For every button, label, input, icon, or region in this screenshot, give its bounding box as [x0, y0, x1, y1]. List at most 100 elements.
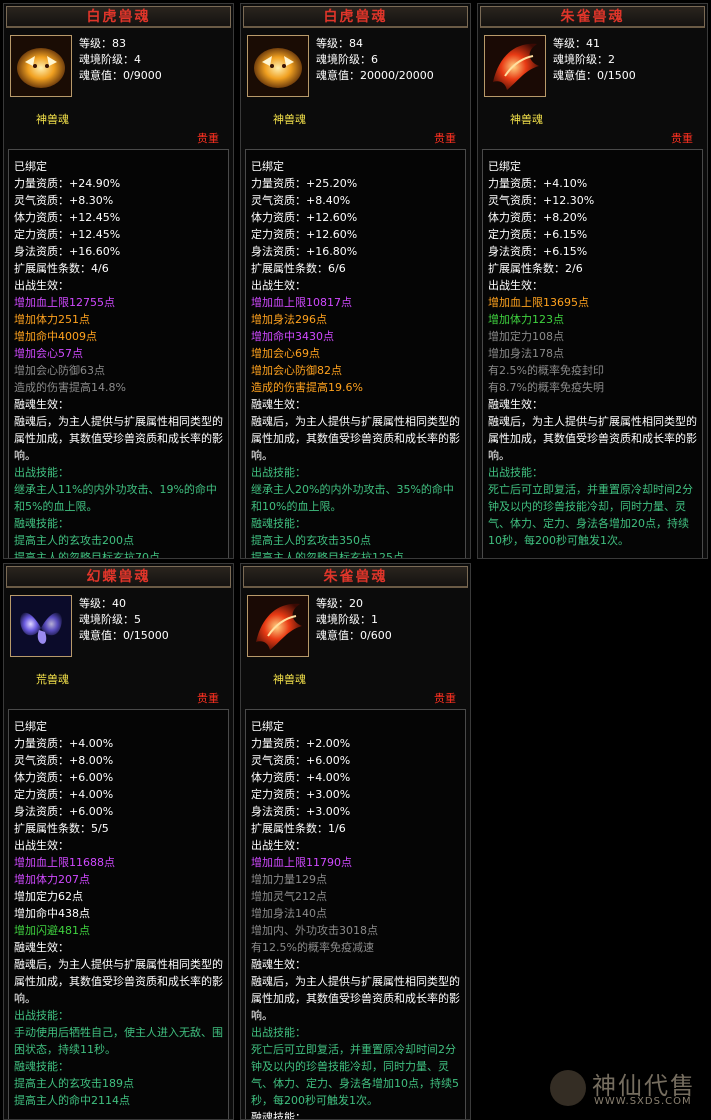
white-tiger-icon[interactable]	[247, 35, 309, 97]
description-line: 出战生效：	[251, 839, 306, 852]
description-line: 增加身法178点	[488, 347, 564, 360]
description-line: 融魂技能：	[14, 517, 69, 530]
card-title: 白虎兽魂	[243, 6, 468, 28]
description-line: 出战生效：	[488, 279, 543, 292]
description-line: 力量资质：+2.00%	[251, 737, 351, 750]
description-line: 提高主人的玄攻击189点	[14, 1077, 134, 1090]
rarity-label: 贵重	[197, 132, 219, 145]
description-line: 扩展属性条数：1/6	[251, 822, 346, 835]
description-line: 体力资质：+8.20%	[488, 211, 588, 224]
description-line: 出战技能：	[14, 466, 69, 479]
description-line: 增加体力123点	[488, 313, 564, 326]
description-line: 出战生效：	[14, 839, 69, 852]
description-line: 出战技能：	[251, 1026, 306, 1039]
soul-stats: 等级：41 魂境阶级：2 魂意值：0/1500	[553, 36, 636, 84]
card-title: 幻蝶兽魂	[6, 566, 231, 588]
rarity-label: 贵重	[434, 692, 456, 705]
description-line: 扩展属性条数：5/5	[14, 822, 109, 835]
description-line: 出战技能：	[251, 466, 306, 479]
description-line: 身法资质：+3.00%	[251, 805, 351, 818]
description-line: 死亡后可立即复活，并重置原冷却时间2分钟及以内的珍兽技能冷却，同时力量、灵气、体…	[488, 483, 693, 547]
stat-line: 魂境阶级：5	[79, 613, 141, 626]
description-line: 增加身法140点	[251, 907, 327, 920]
description-line: 继承主人11%的内外功攻击、19%的命中和5%的血上限。	[14, 483, 217, 513]
description-line: 增加力量129点	[251, 873, 327, 886]
description-line: 已绑定	[14, 160, 47, 173]
description-line: 体力资质：+6.00%	[14, 771, 114, 784]
description-line: 已绑定	[251, 160, 284, 173]
white-tiger-icon[interactable]	[10, 35, 72, 97]
description-line: 灵气资质：+8.30%	[14, 194, 114, 207]
soul-stats: 等级：83 魂境阶级：4 魂意值：0/9000	[79, 36, 162, 84]
description-line: 增加体力207点	[14, 873, 90, 886]
soul-card: 白虎兽魂等级：84 魂境阶级：6 魂意值：20000/20000 神兽魂贵重已绑定力量…	[240, 3, 471, 559]
description-line: 灵气资质：+8.40%	[251, 194, 351, 207]
description-line: 增加闪避481点	[14, 924, 90, 937]
description-line: 出战技能：	[488, 466, 543, 479]
stat-line: 等级：41	[553, 37, 600, 50]
rarity-label: 贵重	[671, 132, 693, 145]
description-line: 力量资质：+24.90%	[14, 177, 121, 190]
description-line: 融魂生效：	[251, 398, 306, 411]
description-line: 融魂生效：	[14, 941, 69, 954]
soul-stats: 等级：84 魂境阶级：6 魂意值：20000/20000	[316, 36, 434, 84]
description-line: 融魂后，为主人提供与扩展属性相同类型的属性加成，其数值受珍兽资质和成长率的影响。	[251, 415, 460, 462]
description-line: 定力资质：+3.00%	[251, 788, 351, 801]
description-line: 增加血上限10817点	[251, 296, 352, 309]
description-panel: 已绑定 力量资质：+2.00% 灵气资质：+6.00% 体力资质：+4.00% 定力资质…	[245, 709, 466, 1119]
description-line: 死亡后可立即复活，并重置原冷却时间2分钟及以内的珍兽技能冷却，同时力量、灵气、体…	[251, 1043, 459, 1107]
description-line: 力量资质：+4.00%	[14, 737, 114, 750]
description-line: 出战生效：	[14, 279, 69, 292]
soul-type: 神兽魂	[273, 113, 306, 126]
vermilion-bird-icon[interactable]	[247, 595, 309, 657]
description-line: 出战技能：	[14, 1009, 69, 1022]
soul-card: 幻蝶兽魂 等级：40 魂境阶级：5 魂意值：0/15000 荒兽魂 贵重 已绑定 力量资质：+…	[3, 563, 234, 1120]
description-line: 扩展属性条数：6/6	[251, 262, 346, 275]
description-line: 体力资质：+4.00%	[251, 771, 351, 784]
description-panel: 已绑定 力量资质：+24.90% 灵气资质：+8.30% 体力资质：+12.45% 定力…	[8, 149, 229, 558]
stat-line: 魂意值：0/1500	[553, 69, 636, 82]
description-line: 融魂技能：	[14, 1060, 69, 1073]
description-line: 融魂后，为主人提供与扩展属性相同类型的属性加成，其数值受珍兽资质和成长率的影响。	[251, 975, 460, 1022]
description-line: 增加会心57点	[14, 347, 83, 360]
description-line: 增加会心防御82点	[251, 364, 342, 377]
illusion-butterfly-icon[interactable]	[10, 595, 72, 657]
description-panel: 已绑定 力量资质：+25.20% 灵气资质：+8.40% 体力资质：+12.60% 定力…	[245, 149, 466, 559]
rarity-label: 贵重	[434, 132, 456, 145]
stat-line: 魂意值：0/9000	[79, 69, 162, 82]
stat-line: 等级：83	[79, 37, 126, 50]
description-line: 灵气资质：+6.00%	[251, 754, 351, 767]
description-line: 融魂生效：	[251, 958, 306, 971]
description-line: 增加会心防御63点	[14, 364, 105, 377]
description-line: 提高主人的忽略目标玄抗125点	[251, 551, 404, 559]
description-line: 力量资质：+25.20%	[251, 177, 358, 190]
vermilion-bird-icon[interactable]	[484, 35, 546, 97]
description-line: 造成的伤害提高14.8%	[14, 381, 126, 394]
watermark-logo-icon	[550, 1070, 586, 1106]
description-line: 增加内、外功攻击3018点	[251, 924, 378, 937]
watermark: 神仙代售 WWW.SXDS.COM	[548, 1062, 708, 1114]
description-line: 增加血上限13695点	[488, 296, 589, 309]
soul-stats: 等级：40 魂境阶级：5 魂意值：0/15000	[79, 596, 169, 644]
description-line: 增加命中4009点	[14, 330, 97, 343]
description-line: 造成的伤害提高19.6%	[251, 381, 363, 394]
description-line: 定力资质：+12.45%	[14, 228, 121, 241]
soul-card: 白虎兽魂 等级：83 魂境阶级：4 魂意值：0/9000 神兽魂 贵重 已绑定 力量资质：+2…	[3, 3, 234, 559]
rarity-label: 贵重	[197, 692, 219, 705]
description-line: 身法资质：+16.60%	[14, 245, 121, 258]
stat-line: 等级：40	[79, 597, 126, 610]
soul-type: 荒兽魂	[36, 673, 69, 686]
soul-type: 神兽魂	[273, 673, 306, 686]
description-line: 融魂生效：	[14, 398, 69, 411]
description-line: 有2.5%的概率免疫封印	[488, 364, 604, 377]
soul-type: 神兽魂	[36, 113, 69, 126]
description-line: 已绑定	[488, 160, 521, 173]
watermark-url: WWW.SXDS.COM	[594, 1096, 692, 1107]
description-line: 灵气资质：+8.00%	[14, 754, 114, 767]
description-line: 增加命中438点	[14, 907, 90, 920]
description-line: 定力资质：+6.15%	[488, 228, 588, 241]
stat-line: 魂境阶级：1	[316, 613, 378, 626]
description-line: 提高主人的玄攻击350点	[251, 534, 371, 547]
stat-line: 魂意值：20000/20000	[316, 69, 434, 82]
description-line: 提高主人的命中2114点	[14, 1094, 130, 1107]
